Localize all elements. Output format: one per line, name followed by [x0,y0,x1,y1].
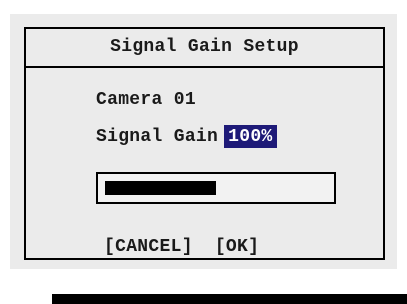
signal-gain-label: Signal Gain [96,127,219,147]
dialog-title: Signal Gain Setup [26,29,383,68]
camera-label: Camera 01 [96,90,196,110]
signal-gain-value[interactable]: 100% [224,125,277,148]
button-row: [CANCEL] [OK] [104,237,259,257]
signal-gain-bar-fill [105,181,216,195]
signal-gain-bar[interactable] [96,172,336,204]
signal-gain-row: Signal Gain 100% [96,125,277,148]
osd-bottom-bar [52,294,407,304]
ok-button[interactable]: [OK] [215,237,259,257]
cancel-button[interactable]: [CANCEL] [104,237,193,257]
